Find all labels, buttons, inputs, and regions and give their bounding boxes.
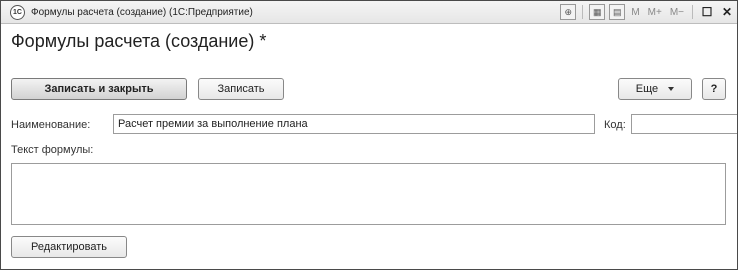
- name-input[interactable]: Расчет премии за выполнение плана: [113, 114, 595, 134]
- code-input[interactable]: [631, 114, 737, 134]
- 1c-logo-icon: 1С: [10, 4, 25, 20]
- edit-button[interactable]: Редактировать: [11, 236, 127, 258]
- memory-button[interactable]: M: [631, 7, 639, 18]
- save-and-close-button[interactable]: Записать и закрыть: [11, 78, 187, 100]
- maximize-icon[interactable]: ☐: [700, 5, 714, 19]
- help-button[interactable]: ?: [702, 78, 726, 100]
- memory-minus-button[interactable]: M−: [670, 7, 684, 18]
- title-bar: 1С Формулы расчета (создание) (1С:Предпр…: [1, 1, 737, 24]
- formula-label: Текст формулы:: [11, 144, 94, 156]
- toolbar-divider: [582, 5, 584, 19]
- memory-plus-button[interactable]: M+: [648, 7, 662, 18]
- more-menu-button[interactable]: Еще: [618, 78, 692, 100]
- link-icon[interactable]: ⊕: [560, 4, 577, 20]
- save-button[interactable]: Записать: [198, 78, 284, 100]
- calculator-icon[interactable]: ▦: [589, 4, 606, 20]
- formula-textarea[interactable]: [11, 163, 726, 225]
- title-bar-tools: ⊕ ▦ ▤ M M+ M− ☐ ✕: [558, 1, 737, 23]
- chevron-down-icon: [668, 87, 675, 92]
- toolbar-divider: [692, 5, 693, 19]
- window-title: Формулы расчета (создание) (1С:Предприят…: [31, 6, 253, 18]
- more-button-label: Еще: [635, 83, 659, 95]
- name-label: Наименование:: [11, 119, 91, 131]
- app-window: 1С Формулы расчета (создание) (1С:Предпр…: [0, 0, 738, 270]
- code-label: Код:: [604, 119, 626, 131]
- calendar-icon[interactable]: ▤: [609, 4, 626, 20]
- form-title: Формулы расчета (создание) *: [11, 31, 267, 51]
- close-icon[interactable]: ✕: [720, 5, 734, 19]
